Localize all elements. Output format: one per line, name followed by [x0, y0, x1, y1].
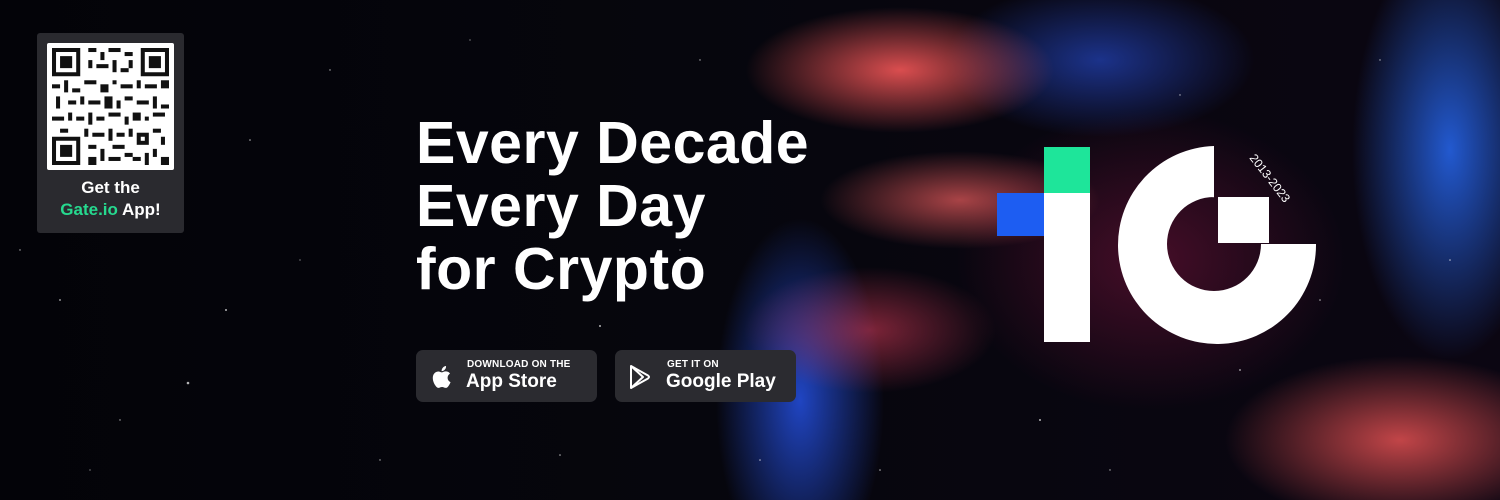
ten-year-logo: 2013-2023	[997, 146, 1317, 344]
logo-green-square	[1044, 147, 1090, 193]
app-store-button[interactable]: DOWNLOAD ON THE App Store	[416, 350, 597, 402]
google-play-label: Google Play	[666, 371, 776, 392]
qr-caption-line1: Get the	[81, 178, 140, 197]
headline: Every Decade Every Day for Crypto	[416, 112, 809, 301]
qr-code-card[interactable]: Get the Gate.io App!	[37, 33, 184, 233]
logo-one-bar	[1044, 193, 1090, 342]
logo-zero	[1118, 146, 1317, 344]
qr-caption-line2: Gate.io App!	[37, 199, 184, 221]
google-play-icon	[630, 365, 650, 389]
headline-line-2: Every Day	[416, 173, 706, 239]
logo-blue-square	[997, 193, 1044, 236]
qr-caption-app: App!	[117, 200, 161, 219]
apple-icon	[432, 366, 451, 388]
app-store-label: App Store	[466, 371, 557, 392]
qr-code[interactable]	[47, 43, 174, 170]
app-store-small-label: DOWNLOAD ON THE	[467, 359, 571, 370]
headline-line-1: Every Decade	[416, 110, 810, 176]
qr-code-pattern	[52, 48, 169, 165]
google-play-small-label: GET IT ON	[667, 359, 719, 370]
anniversary-banner: Get the Gate.io App! Every Decade Every …	[0, 0, 1500, 500]
google-play-button[interactable]: GET IT ON Google Play	[615, 350, 796, 402]
qr-caption-brand: Gate.io	[60, 200, 118, 219]
headline-line-3: for Crypto	[416, 236, 707, 302]
qr-caption: Get the Gate.io App!	[37, 177, 184, 221]
